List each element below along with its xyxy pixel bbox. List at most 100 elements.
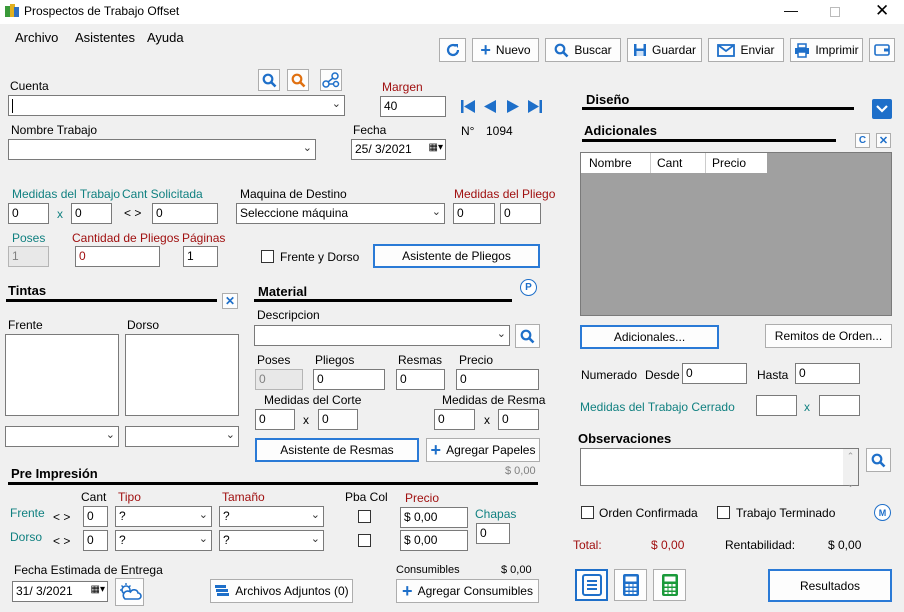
minimize-icon[interactable]: — (784, 2, 798, 18)
tintas-dorso-combo[interactable]: ⌄ (125, 426, 239, 447)
material-title: Material (258, 284, 308, 299)
resma-x-label: x (484, 413, 490, 427)
agregar-papeles-button[interactable]: + Agregar Papeles (426, 438, 540, 462)
adicionales-button[interactable]: Adicionales... (580, 325, 719, 349)
material-descripcion-combo[interactable]: ⌄ (254, 325, 510, 346)
files-icon (215, 585, 230, 596)
medidas-cerrado-h[interactable] (819, 395, 860, 416)
weather-button[interactable] (115, 578, 144, 606)
nav-next-icon[interactable] (507, 100, 519, 116)
medidas-trabajo-w[interactable]: 0 (8, 203, 49, 224)
nav-prev-icon[interactable] (484, 100, 496, 116)
buscar-button[interactable]: Buscar (545, 38, 621, 62)
observaciones-scrollbar[interactable]: ⌃ ⌄ (843, 449, 858, 489)
tintas-frente-list[interactable] (5, 334, 119, 416)
grid-col-cant[interactable]: Cant (651, 153, 706, 173)
diseno-expand-button[interactable] (872, 99, 892, 119)
material-p-icon[interactable]: P (520, 279, 537, 296)
medidas-pliego-w[interactable]: 0 (453, 203, 495, 224)
cant-solicitada-input[interactable]: 0 (152, 203, 218, 224)
desde-input[interactable]: 0 (682, 363, 747, 384)
pre-chapas-input[interactable]: 0 (476, 523, 510, 544)
medidas-cerrado-w[interactable] (756, 395, 797, 416)
menu-ayuda[interactable]: Ayuda (147, 30, 184, 45)
close-icon[interactable]: ✕ (875, 1, 889, 21)
pre-frente-precio[interactable]: $ 0,00 (400, 507, 468, 528)
calculator-button[interactable] (614, 569, 647, 601)
pre-dorso-pbacol-checkbox[interactable] (358, 534, 371, 547)
refresh-button[interactable] (439, 38, 466, 62)
trabajo-terminado-checkbox[interactable] (717, 506, 730, 519)
guardar-button[interactable]: Guardar (627, 38, 702, 62)
fecha-picker[interactable]: 25/ 3/2021 ▦▾ (351, 139, 446, 160)
margen-input[interactable]: 40 (380, 96, 446, 117)
pre-precio-label: Precio (405, 491, 440, 505)
menu-asistentes[interactable]: Asistentes (75, 30, 135, 45)
grid-col-nombre[interactable]: Nombre (581, 153, 651, 173)
resma-h-input[interactable]: 0 (498, 409, 539, 430)
pre-dorso-arrows[interactable]: < > (53, 534, 70, 548)
search-advanced-button[interactable] (287, 69, 309, 91)
nuevo-button[interactable]: + Nuevo (472, 38, 539, 62)
wallet-button[interactable] (869, 38, 895, 62)
cuenta-combo[interactable]: ⌄ (8, 95, 345, 116)
rentabilidad-value: $ 0,00 (828, 538, 862, 552)
imprimir-button[interactable]: Imprimir (790, 38, 863, 62)
cant-solicitada-arrows[interactable]: < > (124, 206, 141, 220)
maquina-combo[interactable]: Seleccione máquina ⌄ (236, 203, 445, 224)
material-search-button[interactable] (515, 324, 540, 348)
tintas-dorso-list[interactable] (125, 334, 239, 416)
m-icon-button[interactable]: M (874, 504, 891, 521)
observaciones-search-button[interactable] (866, 448, 891, 472)
pre-dorso-precio[interactable]: $ 0,00 (400, 530, 468, 551)
asistente-resmas-button[interactable]: Asistente de Resmas (255, 438, 419, 462)
tintas-clear-button[interactable]: ✕ (222, 293, 238, 309)
material-pliegos-input[interactable]: 0 (313, 369, 385, 390)
nav-first-icon[interactable] (461, 100, 475, 116)
pre-frente-tamano[interactable]: ? ⌄ (219, 506, 324, 527)
enviar-button[interactable]: Enviar (708, 38, 784, 62)
paginas-input[interactable]: 1 (183, 246, 218, 267)
remitos-orden-button[interactable]: Remitos de Orden... (765, 324, 892, 348)
tintas-frente-combo[interactable]: ⌄ (5, 426, 119, 447)
resultados-button[interactable]: Resultados (768, 569, 892, 602)
numero-value: 1094 (486, 124, 513, 138)
maximize-icon[interactable] (830, 7, 840, 17)
pre-frente-cant[interactable]: 0 (83, 506, 108, 527)
frente-dorso-checkbox[interactable] (261, 250, 274, 263)
corte-h-input[interactable]: 0 (318, 409, 358, 430)
corte-w-input[interactable]: 0 (255, 409, 295, 430)
pre-frente-arrows[interactable]: < > (53, 510, 70, 524)
total-label: Total: (573, 538, 602, 552)
search-cuenta-button[interactable] (258, 69, 280, 91)
cantidad-pliegos-input[interactable]: 0 (75, 246, 160, 267)
adicionales-grid[interactable]: Nombre Cant Precio (580, 152, 892, 316)
nombre-trabajo-combo[interactable]: ⌄ (8, 139, 316, 160)
network-button[interactable] (320, 69, 342, 91)
material-resmas-input[interactable]: 0 (396, 369, 445, 390)
adicionales-clear-button[interactable]: ✕ (876, 133, 891, 148)
medidas-trabajo-h[interactable]: 0 (71, 203, 112, 224)
agregar-consumibles-button[interactable]: + Agregar Consumibles (396, 579, 539, 603)
resma-w-input[interactable]: 0 (434, 409, 475, 430)
list-view-button[interactable] (575, 569, 608, 601)
menu-archivo[interactable]: Archivo (15, 30, 58, 45)
observaciones-input[interactable]: ⌃ ⌄ (580, 448, 859, 489)
adicionales-refresh-button[interactable]: C (855, 133, 870, 148)
hasta-input[interactable]: 0 (795, 363, 860, 384)
archivos-adjuntos-button[interactable]: Archivos Adjuntos (0) (210, 579, 353, 603)
pre-dorso-cant[interactable]: 0 (83, 530, 108, 551)
pre-frente-tipo[interactable]: ? ⌄ (115, 506, 212, 527)
pre-dorso-tipo[interactable]: ? ⌄ (115, 530, 212, 551)
entrega-picker[interactable]: 31/ 3/2021 ▦▾ (12, 581, 108, 602)
pre-frente-pbacol-checkbox[interactable] (358, 510, 371, 523)
calculator-green-button[interactable] (653, 569, 686, 601)
material-precio-input[interactable]: 0 (456, 369, 539, 390)
medidas-pliego-h[interactable]: 0 (500, 203, 541, 224)
orden-confirmada-checkbox[interactable] (581, 506, 594, 519)
nav-last-icon[interactable] (528, 100, 542, 116)
pre-dorso-tamano[interactable]: ? ⌄ (219, 530, 324, 551)
printer-icon (795, 42, 810, 58)
asistente-pliegos-button[interactable]: Asistente de Pliegos (373, 244, 540, 268)
grid-col-precio[interactable]: Precio (706, 153, 767, 173)
